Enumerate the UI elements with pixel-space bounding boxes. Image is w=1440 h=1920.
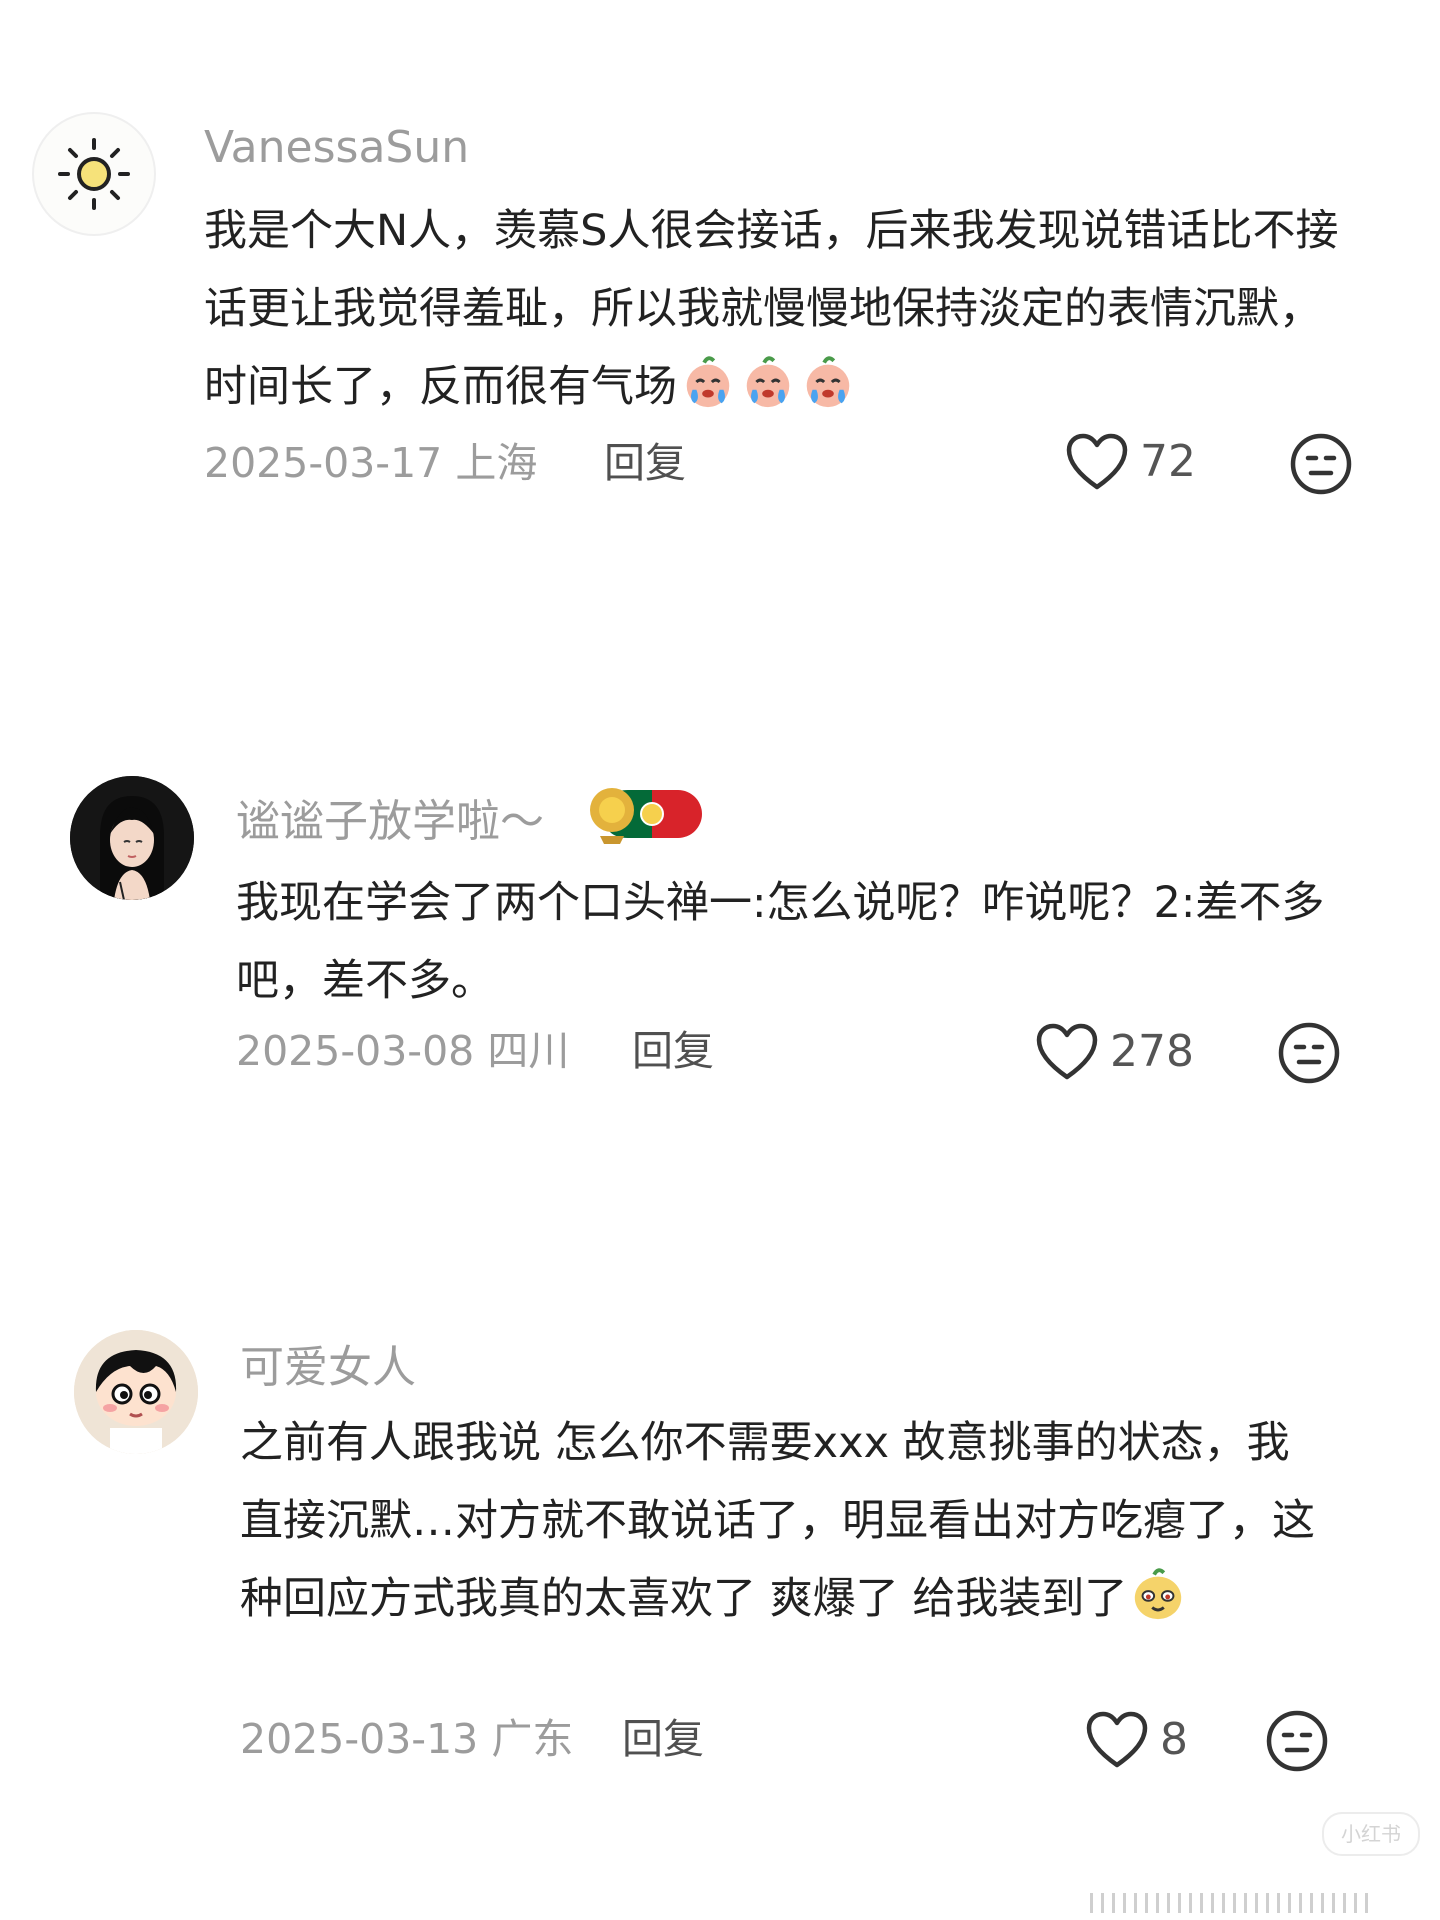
comment-location: 广东 [491, 1715, 574, 1763]
avatar-portrait-icon [70, 776, 194, 900]
crying-peach-emoji [746, 356, 790, 408]
like-button[interactable]: 278 [1036, 1022, 1194, 1082]
avatar[interactable] [74, 1330, 198, 1454]
avatar[interactable] [32, 112, 156, 236]
comment-date: 2025-03-13 [240, 1715, 479, 1763]
smug-face-emoji [1135, 1568, 1182, 1620]
username[interactable]: 可爱女人 [240, 1342, 416, 1394]
like-count: 72 [1140, 436, 1196, 487]
comment-meta: 2025-03-08 四川 [236, 1026, 569, 1076]
comment-location: 四川 [487, 1027, 570, 1075]
comment-location: 上海 [455, 439, 538, 487]
dislike-face-icon[interactable] [1266, 1710, 1328, 1772]
sun-icon [58, 138, 130, 210]
crying-peach-emoji [806, 356, 850, 408]
like-count: 8 [1160, 1714, 1188, 1765]
reply-button[interactable]: 回复 [604, 438, 686, 488]
username[interactable]: 谧谧子放学啦～ [236, 796, 544, 848]
heart-icon [1066, 433, 1128, 490]
comment-meta: 2025-03-17 上海 [204, 438, 537, 488]
username[interactable]: VanessaSun [204, 122, 469, 174]
dislike-face-icon[interactable] [1290, 433, 1352, 495]
watermark: 小红书 [1322, 1812, 1420, 1856]
comment-meta: 2025-03-13 广东 [240, 1714, 573, 1764]
heart-icon [1086, 1711, 1148, 1768]
portugal-flag-badge-icon [590, 788, 702, 844]
comment-text: 我现在学会了两个口头禅一:怎么说呢？咋说呢？2:差不多吧，差不多。 [236, 878, 1325, 1006]
username-text: 谧谧子放学啦～ [236, 796, 544, 847]
crying-peach-emoji [686, 356, 730, 408]
comment-text: 我是个大N人，羡慕S人很会接话，后来我发现说错话比不接话更让我觉得羞耻，所以我就… [204, 192, 1354, 426]
avatar[interactable] [70, 776, 194, 900]
comment-text: 之前有人跟我说 怎么你不需要xxx 故意挑事的状态，我直接沉默…对方就不敢说话了… [240, 1404, 1330, 1638]
heart-icon [1036, 1023, 1098, 1080]
comment-date: 2025-03-08 [236, 1027, 475, 1075]
avatar-cartoon-icon [74, 1330, 198, 1454]
like-button[interactable]: 72 [1066, 432, 1196, 492]
watermark-bars [1090, 1893, 1368, 1913]
reply-button[interactable]: 回复 [622, 1714, 704, 1764]
comment-date: 2025-03-17 [204, 439, 443, 487]
like-count: 278 [1110, 1026, 1194, 1077]
reply-button[interactable]: 回复 [632, 1026, 714, 1076]
dislike-face-icon[interactable] [1278, 1022, 1340, 1084]
like-button[interactable]: 8 [1086, 1710, 1188, 1770]
